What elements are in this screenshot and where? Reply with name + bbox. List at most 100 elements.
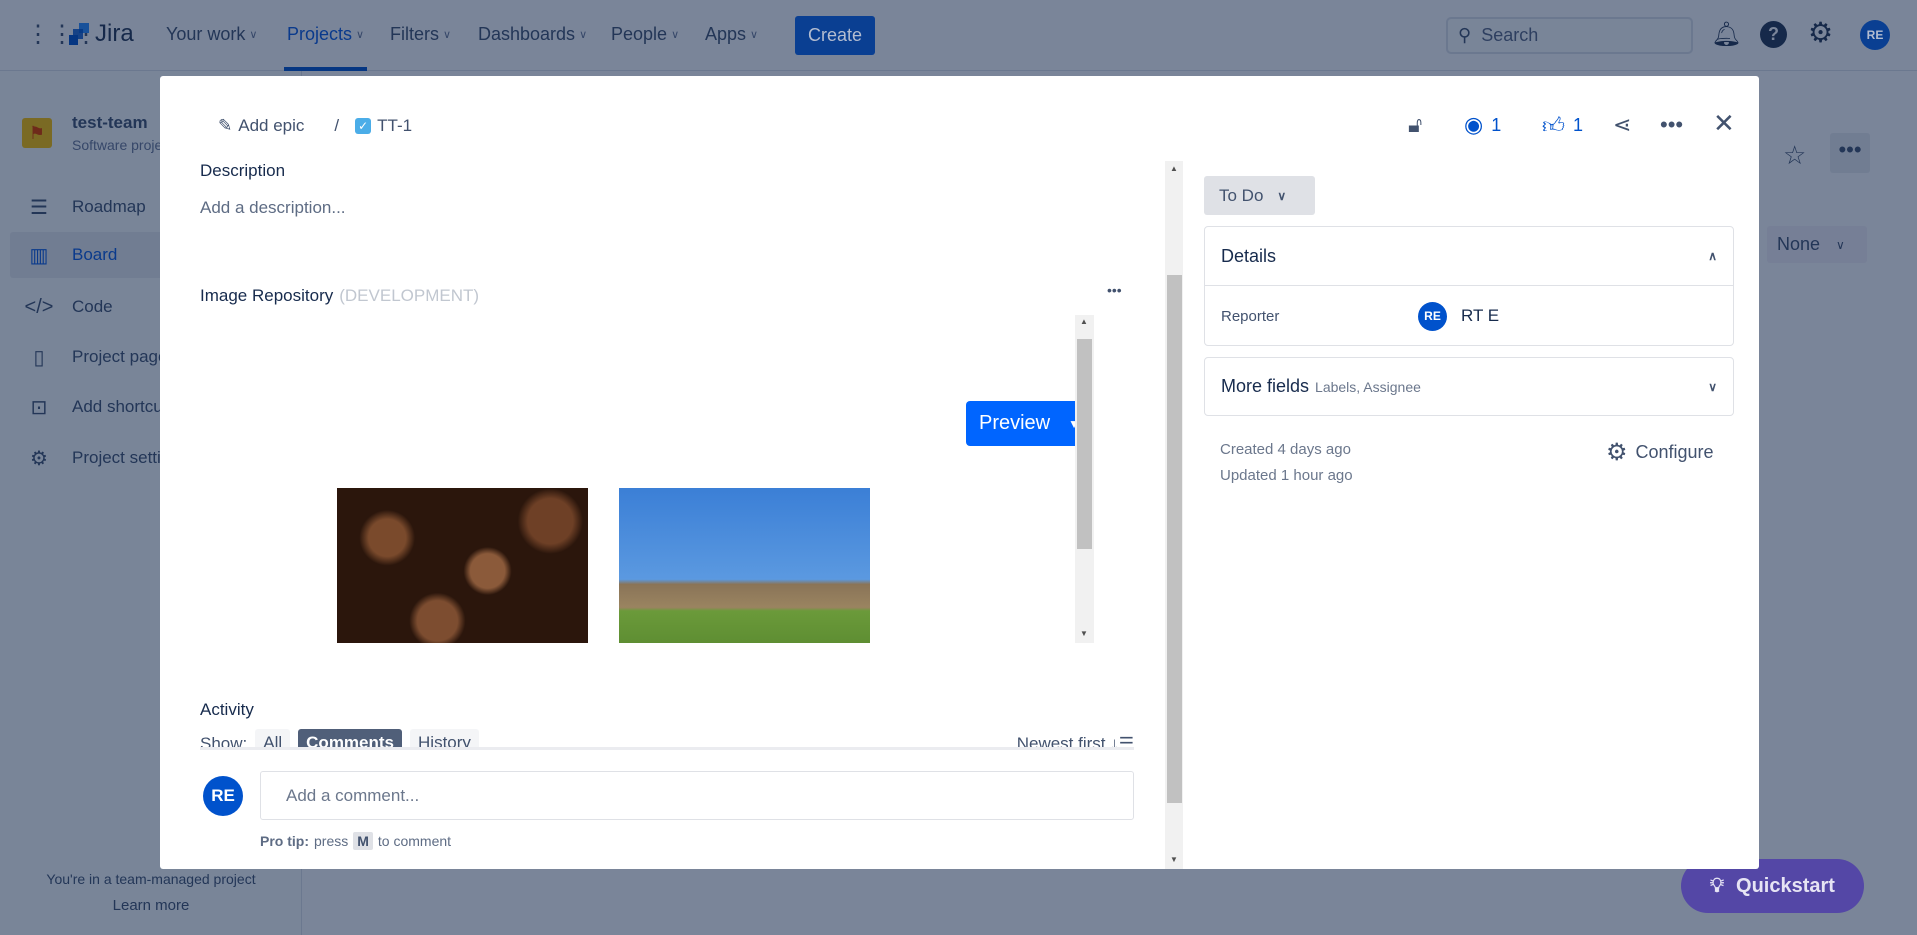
- gear-icon: ⚙: [1606, 439, 1628, 466]
- close-icon[interactable]: ✕: [1713, 108, 1735, 139]
- pages-icon: ▯: [33, 346, 45, 369]
- scroll-down-arrow-icon[interactable]: ▼: [1080, 629, 1088, 638]
- sort-icon: ↓☰: [1110, 734, 1134, 748]
- scrollbar-thumb[interactable]: [1167, 275, 1182, 803]
- settings-icon[interactable]: ⚙: [1808, 16, 1833, 49]
- image-frame-scrollbar[interactable]: ▲ ▼: [1075, 315, 1094, 643]
- filter-history[interactable]: History: [410, 729, 479, 748]
- details-panel: Details ∧ Reporter RE RT E: [1204, 226, 1734, 346]
- reporter-name[interactable]: RT E: [1461, 306, 1499, 326]
- chevron-down-icon: ∨: [1708, 379, 1717, 394]
- user-avatar[interactable]: RE: [1860, 20, 1890, 50]
- watch-button[interactable]: ◉ 1: [1464, 112, 1501, 138]
- chevron-down-icon: ∨: [579, 29, 588, 41]
- top-navigation: ⋮⋮⋮ Jira Your work ∨ Projects ∨ Filters ∨ D…: [0, 0, 1917, 71]
- reporter-avatar: RE: [1418, 301, 1447, 331]
- more-icon[interactable]: •••: [1660, 112, 1683, 138]
- filter-all[interactable]: All: [255, 729, 291, 748]
- team-managed-note: You're in a team-managed project: [46, 871, 256, 887]
- chevron-down-icon: ∨: [671, 29, 680, 41]
- image-coffee-beans[interactable]: [337, 488, 588, 643]
- image-deer-herd[interactable]: [619, 488, 870, 643]
- thumbs-up-icon: 👍︎: [1542, 113, 1565, 138]
- chevron-down-icon: ∨: [1277, 188, 1287, 203]
- image-repository-header: Image Repository (DEVELOPMENT): [200, 286, 480, 305]
- gear-icon: ⚙: [30, 447, 48, 470]
- learn-more-link[interactable]: Learn more: [0, 897, 302, 914]
- add-epic-link[interactable]: ✎ Add epic: [218, 116, 304, 136]
- help-icon[interactable]: ?: [1760, 21, 1787, 48]
- search-icon: ⚲: [1458, 25, 1472, 45]
- scrollbar-thumb[interactable]: [1077, 339, 1092, 549]
- commenter-avatar: RE: [203, 776, 243, 816]
- chevron-down-icon: ∨: [443, 29, 452, 41]
- sidebar-item-board[interactable]: ▥ Board: [10, 232, 160, 278]
- project-type: Software project: [72, 137, 160, 153]
- notification-icon[interactable]: 🔔︎: [1711, 20, 1741, 49]
- divider: [200, 747, 1134, 750]
- project-avatar: ⚑: [22, 118, 52, 148]
- chevron-down-icon: ∨: [356, 29, 365, 41]
- lock-icon[interactable]: 🔓︎: [1408, 112, 1422, 138]
- roadmap-icon: ☰: [30, 196, 48, 219]
- create-button[interactable]: Create: [795, 16, 875, 55]
- filter-comments[interactable]: Comments: [298, 729, 403, 748]
- sidebar-item-roadmap[interactable]: ☰ Roadmap: [0, 184, 160, 230]
- share-icon[interactable]: ⋖: [1613, 112, 1631, 138]
- issue-modal: ✎ Add epic / ✓ TT-1 🔓︎ ◉ 1 👍︎ 1 ⋖ ••• ✕ Desc…: [160, 76, 1759, 869]
- project-name: test-team: [72, 113, 148, 132]
- star-icon[interactable]: ☆: [1783, 140, 1806, 171]
- shortcut-key: M: [353, 832, 373, 850]
- sidebar-item-code[interactable]: </> Code: [0, 284, 160, 330]
- chevron-down-icon: ∨: [1836, 237, 1845, 252]
- board-icon: ▥: [29, 244, 49, 267]
- pencil-icon: ✎: [218, 116, 233, 135]
- image-repository-frame: Preview▼ ▲ ▼: [200, 315, 1134, 643]
- sidebar-item-project-pages[interactable]: ▯Project pages: [0, 334, 160, 380]
- nav-apps[interactable]: Apps ∨: [705, 24, 758, 45]
- scroll-up-arrow-icon[interactable]: ▲: [1080, 317, 1088, 326]
- scroll-down-arrow-icon[interactable]: ▼: [1170, 855, 1178, 864]
- updated-date: Updated 1 hour ago: [1220, 467, 1353, 484]
- main-scrollbar[interactable]: ▲ ▼: [1165, 161, 1183, 869]
- configure-button[interactable]: ⚙ Configure: [1606, 438, 1714, 467]
- more-fields-panel[interactable]: More fields Labels, Assignee ∨: [1204, 357, 1734, 416]
- group-by-dropdown[interactable]: None ∨: [1767, 226, 1867, 263]
- nav-people[interactable]: People ∨: [611, 24, 679, 45]
- comment-input[interactable]: Add a comment...: [260, 771, 1134, 820]
- nav-dashboards[interactable]: Dashboards ∨: [478, 24, 587, 45]
- eye-icon: ◉: [1464, 112, 1484, 137]
- nav-projects[interactable]: Projects ∨: [287, 24, 364, 45]
- scroll-up-arrow-icon[interactable]: ▲: [1170, 164, 1178, 173]
- sort-newest-first[interactable]: Newest first ↓☰: [1017, 729, 1134, 748]
- chevron-down-icon: ∨: [249, 29, 258, 41]
- add-shortcut-icon: ⊡: [30, 396, 48, 419]
- sidebar-item-add-shortcut[interactable]: ⊡ Add shortcut: [0, 384, 160, 430]
- sidebar-visible-area: ⚑ test-team Software project ☰Roadmap ▥B…: [0, 71, 160, 935]
- details-header[interactable]: Details ∧: [1205, 227, 1733, 286]
- preview-button[interactable]: Preview▼: [966, 401, 1093, 446]
- task-checkbox-icon: ✓: [355, 118, 372, 134]
- jira-logo-icon: [69, 23, 89, 45]
- panel-more-icon[interactable]: •••: [1107, 282, 1122, 298]
- search-input[interactable]: ⚲ Search: [1446, 17, 1693, 54]
- activity-filter-row: Show: All Comments History Newest first …: [200, 729, 1134, 748]
- more-actions-icon[interactable]: •••: [1830, 133, 1870, 173]
- nav-your-work[interactable]: Your work ∨: [166, 24, 257, 45]
- sidebar-item-project-settings[interactable]: ⚙Project settings: [0, 435, 160, 481]
- vote-button[interactable]: 👍︎ 1: [1542, 112, 1583, 139]
- activity-title: Activity: [200, 700, 254, 719]
- chevron-up-icon: ∧: [1708, 249, 1717, 263]
- nav-filters[interactable]: Filters ∨: [390, 24, 451, 45]
- description-field[interactable]: Add a description...: [200, 198, 346, 218]
- breadcrumb: ✎ Add epic / ✓ TT-1: [218, 116, 413, 136]
- reporter-field: Reporter RE RT E: [1205, 286, 1733, 346]
- description-label: Description: [200, 161, 286, 180]
- pro-tip: Pro tip: press Mto comment: [260, 832, 452, 850]
- code-icon: </>: [24, 295, 54, 318]
- status-dropdown[interactable]: To Do ∨: [1204, 176, 1315, 215]
- chevron-down-icon: ∨: [750, 29, 759, 41]
- jira-logo[interactable]: Jira: [67, 20, 134, 48]
- issue-key-link[interactable]: ✓ TT-1: [355, 116, 412, 136]
- lightbulb-icon: 💡︎: [1710, 874, 1725, 897]
